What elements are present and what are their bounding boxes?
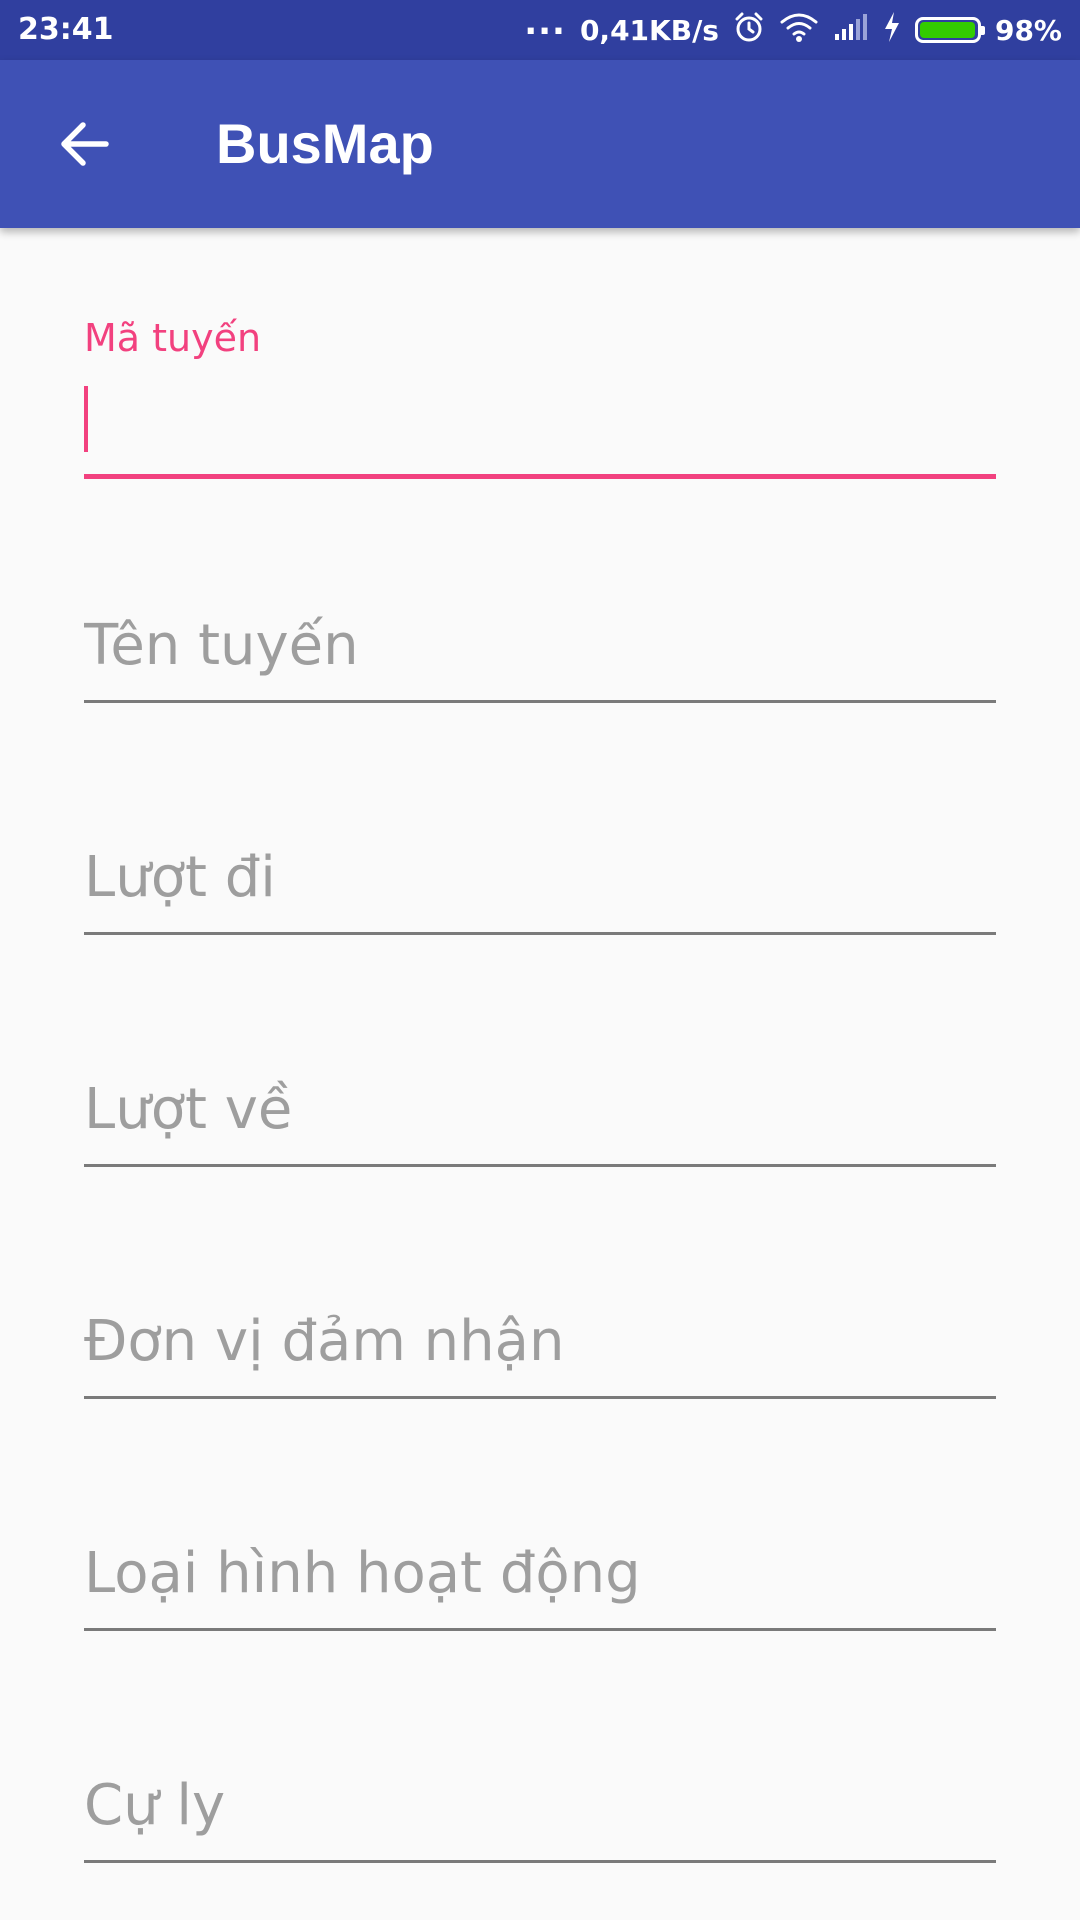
network-speed: 0,41KB/s xyxy=(579,13,719,47)
text-cursor xyxy=(84,386,88,452)
route-code-label: Mã tuyến xyxy=(84,316,262,360)
return-field[interactable] xyxy=(84,1072,996,1192)
distance-field[interactable] xyxy=(84,1768,996,1888)
operator-input[interactable] xyxy=(84,1304,996,1378)
outbound-underline xyxy=(84,932,996,935)
route-name-underline xyxy=(84,700,996,703)
route-name-field[interactable] xyxy=(84,608,996,728)
battery-icon xyxy=(914,17,985,43)
operator-underline xyxy=(84,1396,996,1399)
app-bar: BusMap xyxy=(0,60,1080,228)
signal-icon xyxy=(833,12,869,49)
outbound-input[interactable] xyxy=(84,840,996,914)
distance-input[interactable] xyxy=(84,1768,996,1842)
operation-type-field[interactable] xyxy=(84,1536,996,1656)
route-code-field[interactable]: Mã tuyến xyxy=(84,316,996,566)
route-code-underline xyxy=(84,474,996,479)
app-title: BusMap xyxy=(216,112,434,175)
return-input[interactable] xyxy=(84,1072,996,1146)
route-code-input[interactable] xyxy=(84,380,996,462)
battery-level xyxy=(919,22,975,38)
operation-type-input[interactable] xyxy=(84,1536,996,1610)
alarm-icon xyxy=(733,11,765,50)
back-button[interactable] xyxy=(42,110,126,178)
status-time: 23:41 xyxy=(18,12,114,47)
route-name-input[interactable] xyxy=(84,608,996,682)
operation-type-underline xyxy=(84,1628,996,1631)
distance-underline xyxy=(84,1860,996,1863)
outbound-field[interactable] xyxy=(84,840,996,960)
operator-field[interactable] xyxy=(84,1304,996,1424)
more-notifications-icon: ... xyxy=(524,3,566,43)
status-icons: ... 0,41KB/s 98% xyxy=(524,0,1062,60)
wifi-icon xyxy=(779,11,819,50)
arrow-left-icon xyxy=(61,122,109,166)
charging-icon xyxy=(883,11,901,50)
status-bar: 23:41 ... 0,41KB/s 98% xyxy=(0,0,1080,60)
return-underline xyxy=(84,1164,996,1167)
battery-percent: 98% xyxy=(994,13,1062,47)
